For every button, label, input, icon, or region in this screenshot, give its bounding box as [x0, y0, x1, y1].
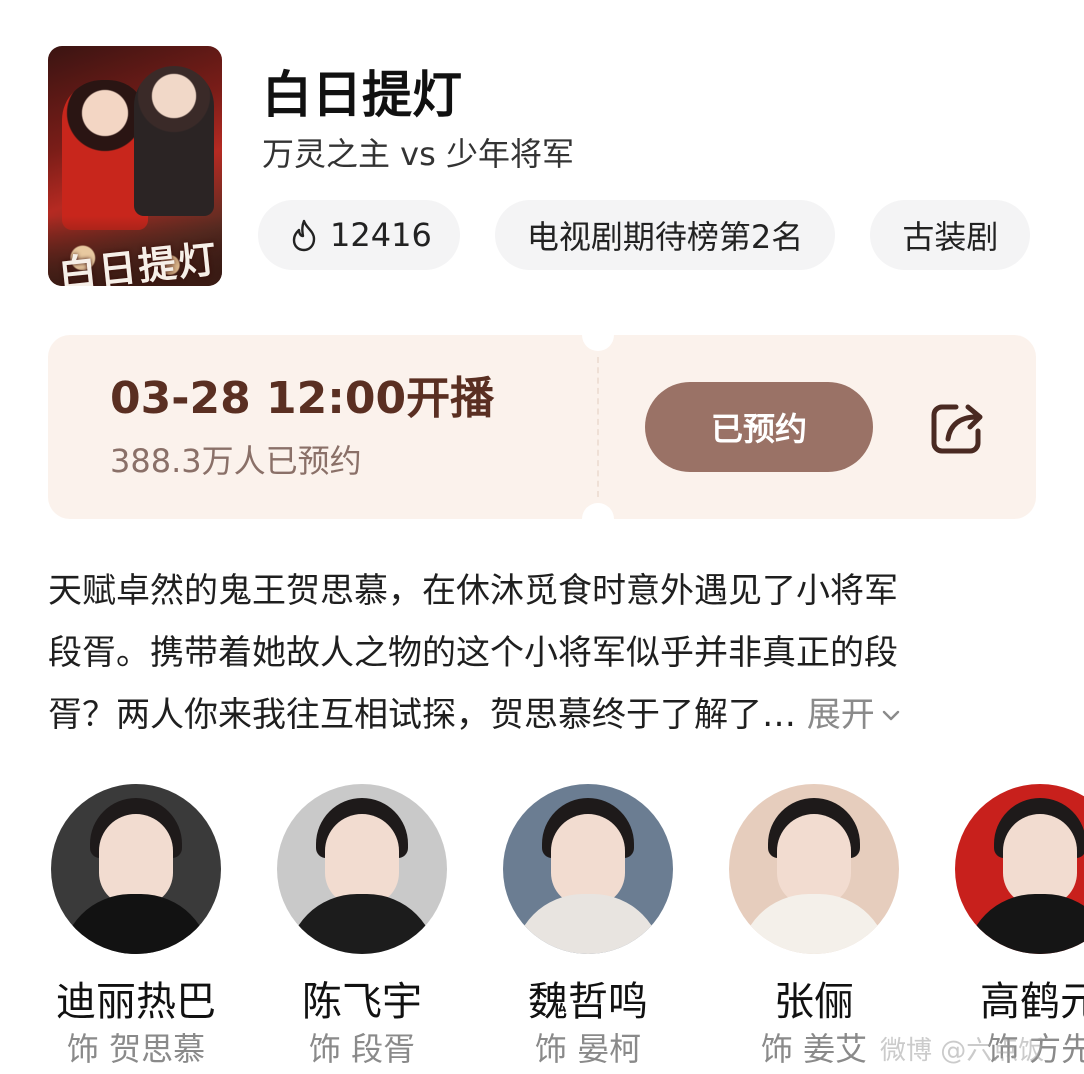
- share-button[interactable]: [922, 391, 994, 463]
- cast-role: 饰 贺思慕: [66, 1030, 206, 1068]
- show-poster[interactable]: 白日提灯: [48, 46, 222, 286]
- show-subtitle: 万灵之主 vs 少年将军: [262, 135, 574, 173]
- ticket-notch-bottom: [582, 503, 614, 519]
- cast-member[interactable]: 陈飞宇 饰 段胥: [274, 784, 450, 1070]
- avatar-face: [325, 814, 399, 906]
- avatar-face: [551, 814, 625, 906]
- cast-name: 迪丽热巴: [56, 979, 216, 1025]
- cast-name: 张俪: [774, 979, 854, 1025]
- cast-name: 魏哲鸣: [528, 979, 648, 1025]
- cast-name: 高鹤元: [980, 979, 1084, 1025]
- air-time: 03-28 12:00开播: [110, 373, 495, 424]
- avatar-body: [61, 894, 211, 954]
- synopsis-line-1: 天赋卓然的鬼王贺思慕，在休沐觅食时意外遇见了小将军: [48, 571, 898, 611]
- genre-chip[interactable]: 古装剧: [870, 200, 1031, 270]
- share-icon: [931, 404, 983, 454]
- heat-chip[interactable]: 12416: [258, 200, 460, 270]
- expand-button[interactable]: 展开: [807, 684, 903, 746]
- avatar-body: [287, 894, 437, 954]
- synopsis-line-3: 胥？两人你来我往互相试探，贺思慕终于了解了… 展开: [48, 684, 1038, 746]
- cast-member[interactable]: 高鹤元 饰 方先: [952, 784, 1084, 1070]
- schedule-card: 03-28 12:00开播 388.3万人已预约 已预约: [48, 335, 1036, 519]
- expand-label: 展开: [806, 695, 875, 735]
- avatar: [51, 784, 221, 954]
- watermark: 微博 @六点饭: [880, 1036, 1045, 1066]
- avatar-body: [965, 894, 1084, 954]
- ticket-notch-top: [582, 335, 614, 351]
- avatar: [503, 784, 673, 954]
- cast-member[interactable]: 迪丽热巴 饰 贺思慕: [48, 784, 224, 1070]
- flame-icon: [292, 219, 316, 252]
- avatar-body: [739, 894, 889, 954]
- avatar-face: [777, 814, 851, 906]
- show-detail-page: 白日提灯 白日提灯 万灵之主 vs 少年将军 12416 电视剧期待榜第2名 古…: [0, 0, 1084, 1074]
- avatar: [729, 784, 899, 954]
- cast-role: 饰 晏柯: [534, 1030, 642, 1068]
- tag-chips: 12416 电视剧期待榜第2名 古装剧: [258, 200, 1036, 270]
- synopsis-line-3-text: 胥？两人你来我往互相试探，贺思慕终于了解了…: [48, 695, 796, 735]
- synopsis-line-2: 段胥。携带着她故人之物的这个小将军似乎并非真正的段: [48, 633, 898, 673]
- avatar-body: [513, 894, 663, 954]
- chevron-down-icon: [882, 710, 900, 721]
- cast-member[interactable]: 张俪 饰 姜艾: [726, 784, 902, 1070]
- heat-count: 12416: [330, 216, 432, 254]
- avatar: [955, 784, 1084, 954]
- genre-label: 古装剧: [902, 218, 999, 256]
- reserve-button[interactable]: 已预约: [645, 382, 873, 472]
- avatar: [277, 784, 447, 954]
- avatar-face: [99, 814, 173, 906]
- synopsis: 天赋卓然的鬼王贺思慕，在休沐觅食时意外遇见了小将军 段胥。携带着她故人之物的这个…: [48, 560, 1038, 746]
- avatar-face: [1003, 814, 1077, 906]
- cast-role: 饰 段胥: [308, 1030, 416, 1068]
- cast-role: 饰 姜艾: [760, 1030, 868, 1068]
- poster-figure-male: [134, 66, 214, 216]
- reservation-count: 388.3万人已预约: [110, 442, 362, 480]
- page-title: 白日提灯: [262, 66, 462, 124]
- ticket-perforation: [597, 357, 599, 497]
- ranking-label: 电视剧期待榜第2名: [526, 218, 804, 256]
- cast-name: 陈飞宇: [302, 979, 422, 1025]
- cast-member[interactable]: 魏哲鸣 饰 晏柯: [500, 784, 676, 1070]
- ranking-chip[interactable]: 电视剧期待榜第2名: [494, 200, 836, 270]
